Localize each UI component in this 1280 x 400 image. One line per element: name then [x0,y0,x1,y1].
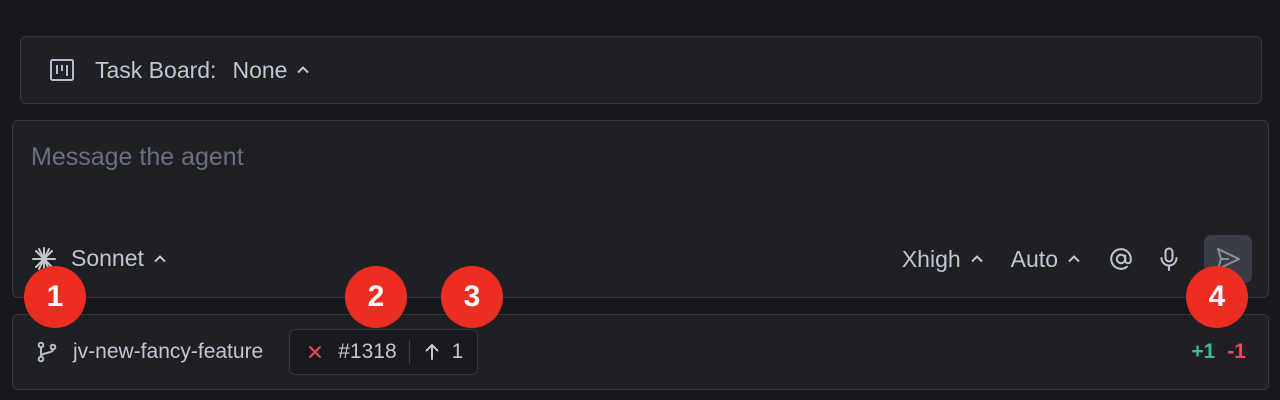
ahead-count: 1 [451,340,464,363]
task-board-selector[interactable]: Task Board: None [20,36,1262,104]
callout-badge: 1 [24,266,86,328]
message-composer: Sonnet Xhigh Auto [12,120,1269,298]
agent-composer-panel: Task Board: None Sonnet [0,0,1280,400]
pr-number: #1318 [338,340,397,363]
chevron-up-icon [152,251,168,267]
chevron-up-icon [1066,251,1082,267]
callout-badge: 3 [441,266,503,328]
branch-name[interactable]: jv-new-fancy-feature [73,340,263,364]
microphone-icon[interactable] [1156,246,1182,272]
git-branch-icon [35,340,59,364]
arrow-up-icon [422,342,442,362]
branch-status-bar: jv-new-fancy-feature #1318 1 +1 -1 [12,314,1269,390]
diff-stats[interactable]: +1 -1 [1191,340,1246,364]
mode-selector[interactable]: Auto [1011,246,1082,273]
pull-request-status[interactable]: #1318 1 [289,329,479,375]
message-input[interactable] [31,143,1131,172]
lines-added: +1 [1191,340,1216,363]
task-board-value: None [232,56,288,83]
chevron-up-icon [295,62,311,78]
chevron-up-icon [969,251,985,267]
divider [408,340,410,364]
model-label: Sonnet [71,245,144,271]
kanban-board-icon [49,57,75,83]
task-board-label: Task Board: [95,56,217,83]
x-icon [306,343,324,361]
effort-selector[interactable]: Xhigh [902,246,985,273]
callout-badge: 2 [345,266,407,328]
mode-label: Auto [1010,245,1058,272]
callout-badge: 4 [1186,266,1248,328]
lines-removed: -1 [1227,340,1246,363]
effort-label: Xhigh [901,245,961,272]
at-sign-icon[interactable] [1108,246,1134,272]
